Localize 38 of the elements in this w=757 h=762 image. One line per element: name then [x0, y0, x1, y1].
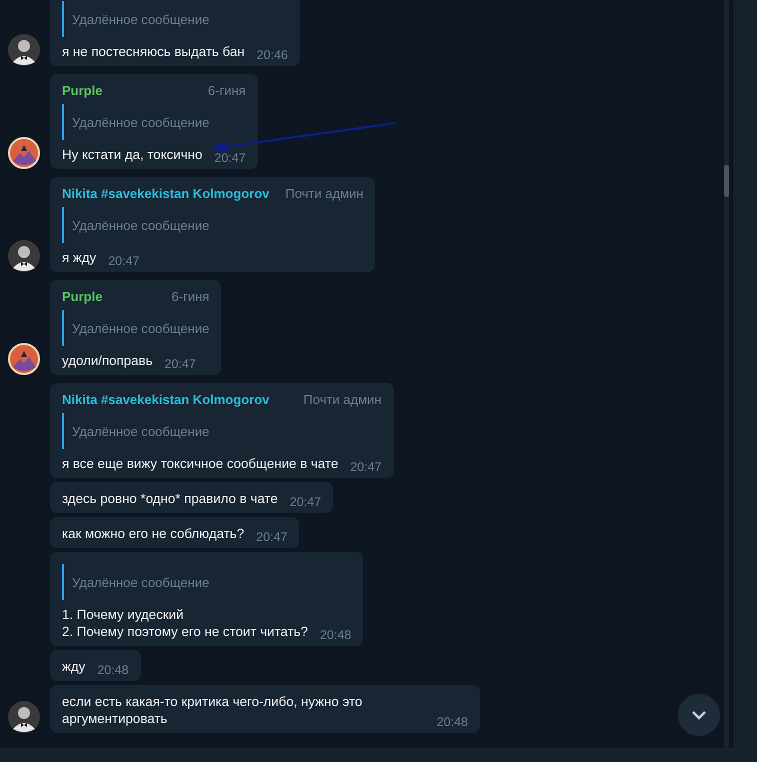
- message-time: 20:46: [256, 48, 288, 62]
- reply-quote[interactable]: Удалённое сообщение: [62, 413, 382, 449]
- message-text: если есть какая-то критика чего-либо, нужно это аргументировать: [62, 693, 364, 728]
- message-text: я все еще вижу токсичное сообщение в чате: [62, 455, 338, 473]
- message-text: я не постесняюсь выдать бан: [62, 43, 245, 61]
- member-title: 6-гиня: [208, 82, 246, 98]
- message-text: Ну кстати да, токсично: [62, 146, 202, 164]
- message-text: жду: [62, 658, 86, 676]
- message-time: 20:47: [350, 460, 382, 474]
- message-time: 20:48: [97, 663, 129, 677]
- sender-name: Purple: [62, 288, 102, 304]
- message-time: 20:47: [108, 254, 140, 268]
- member-title: Почти админ: [285, 186, 364, 200]
- sender-name: Purple: [62, 82, 102, 98]
- scroll-down-button[interactable]: [678, 694, 720, 736]
- reply-quote[interactable]: Удалённое сообщение: [62, 564, 352, 600]
- scrollbar-track[interactable]: [724, 0, 729, 748]
- reply-quote[interactable]: Удалённое сообщение: [62, 1, 288, 37]
- scrollbar-thumb[interactable]: [724, 165, 729, 197]
- member-title: 6-гиня: [172, 288, 210, 304]
- member-title: Почти админ: [303, 392, 382, 406]
- sender-name: Nikita #savekekistan Kolmogorov: [62, 392, 270, 406]
- message-time: 20:47: [290, 495, 322, 509]
- message-text: как можно его не соблюдать?: [62, 525, 244, 543]
- reply-quote[interactable]: Удалённое сообщение: [62, 310, 210, 346]
- message-time: 20:48: [320, 628, 352, 642]
- message-text: здесь ровно *одно* правило в чате: [62, 490, 278, 508]
- message-text: удоли/поправь: [62, 352, 153, 370]
- message-time: 20:48: [436, 715, 468, 729]
- message-time: 20:47: [214, 151, 246, 165]
- message-time: 20:47: [164, 357, 196, 371]
- reply-quote[interactable]: Удалённое сообщение: [62, 207, 364, 243]
- message-text: я жду: [62, 249, 96, 267]
- chevron-down-icon: [691, 710, 707, 720]
- sender-name: Nikita #savekekistan Kolmogorov: [62, 186, 270, 200]
- reply-quote[interactable]: Удалённое сообщение: [62, 104, 246, 140]
- message-text: 1. Почему иудеский 2. Почему поэтому его не стоит читать?: [62, 606, 308, 641]
- message-time: 20:47: [256, 530, 288, 544]
